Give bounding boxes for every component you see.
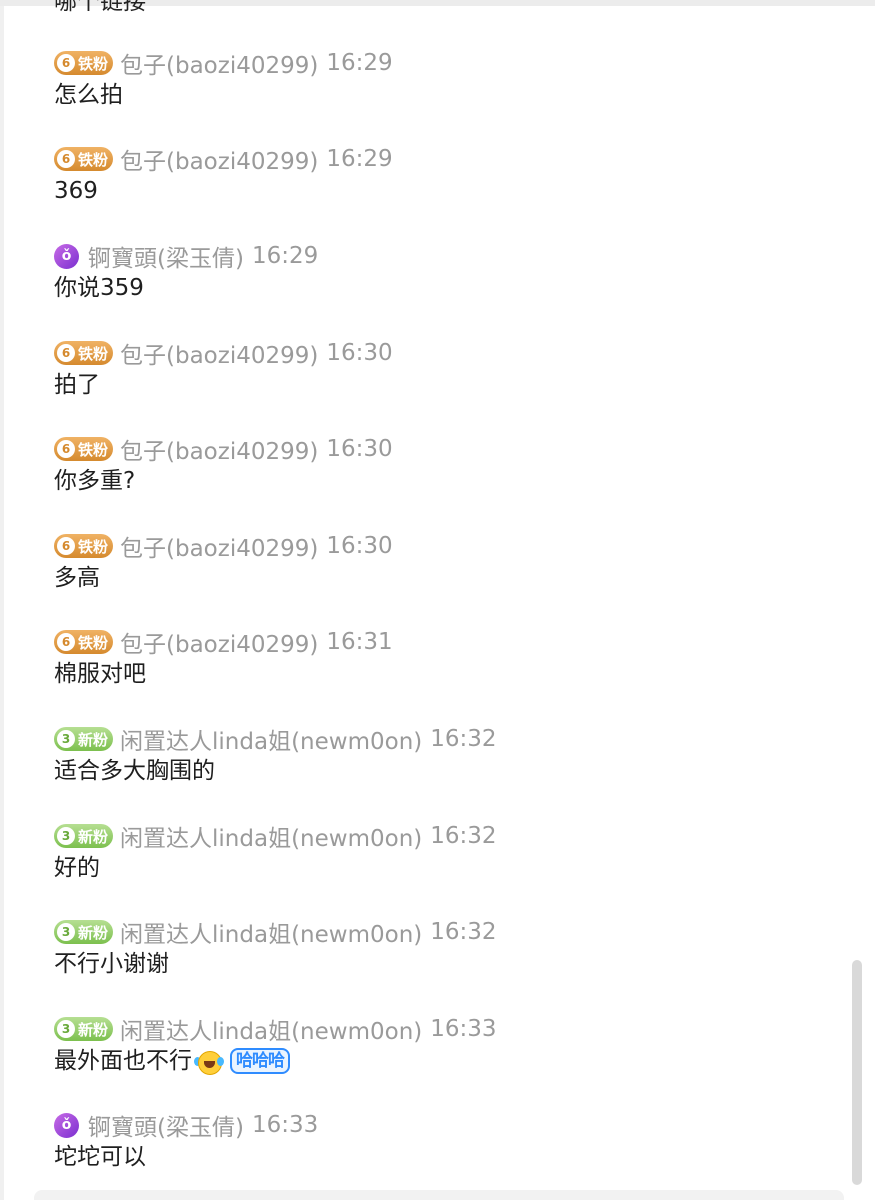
haha-sticker: 哈哈哈 bbox=[230, 1048, 290, 1074]
fan-label: 铁粉 bbox=[78, 537, 109, 556]
partial-message-text: 哪个链接 bbox=[54, 0, 146, 15]
message-time: 16:30 bbox=[326, 436, 393, 462]
scrollbar-thumb[interactable] bbox=[852, 960, 862, 1185]
fan-label: 新粉 bbox=[78, 730, 109, 749]
message-time: 16:29 bbox=[326, 50, 393, 76]
fan-badge: 3 新粉 bbox=[54, 824, 114, 848]
message-text: 最外面也不行 bbox=[54, 1048, 192, 1074]
fan-label: 铁粉 bbox=[78, 440, 109, 459]
sender-name[interactable]: 包子(baozi40299) bbox=[120, 142, 318, 176]
message-time: 16:31 bbox=[326, 629, 393, 655]
fan-badge: 6 铁粉 bbox=[54, 51, 114, 75]
chat-message: ǒ 锕寶頭(梁玉倩) 16:29 你说359 bbox=[54, 241, 834, 305]
chat-message: 3 新粉 闲置达人linda姐(newm0on) 16:32 适合多大胸围的 bbox=[54, 724, 834, 788]
fan-level: 3 bbox=[57, 923, 75, 941]
message-time: 16:33 bbox=[251, 1112, 319, 1138]
sender-name[interactable]: 闲置达人linda姐(newm0on) bbox=[120, 915, 422, 949]
sender-name[interactable]: 包子(baozi40299) bbox=[120, 46, 318, 80]
chat-message: 3 新粉 闲置达人linda姐(newm0on) 16:32 好的 bbox=[54, 821, 834, 885]
message-text: 好的 bbox=[54, 855, 100, 881]
fan-label: 铁粉 bbox=[78, 633, 109, 652]
sender-name[interactable]: 包子(baozi40299) bbox=[120, 529, 318, 563]
message-text: 你多重? bbox=[54, 468, 136, 494]
sender-name[interactable]: 闲置达人linda姐(newm0on) bbox=[120, 1012, 422, 1046]
fan-level: 6 bbox=[57, 537, 75, 555]
sender-name[interactable]: 锕寶頭(梁玉倩) bbox=[88, 239, 244, 273]
fan-level: 6 bbox=[57, 150, 75, 168]
fan-badge: 3 新粉 bbox=[54, 727, 114, 751]
fan-label: 铁粉 bbox=[78, 54, 109, 73]
fan-level: 3 bbox=[57, 730, 75, 748]
message-text: 不行小谢谢 bbox=[54, 951, 169, 977]
fan-badge: 3 新粉 bbox=[54, 1017, 114, 1041]
fan-level: 3 bbox=[57, 827, 75, 845]
sender-name[interactable]: 锕寶頭(梁玉倩) bbox=[88, 1108, 244, 1142]
chat-message: 3 新粉 闲置达人linda姐(newm0on) 16:33 最外面也不行 哈哈哈 bbox=[54, 1014, 834, 1078]
message-text: 拍了 bbox=[54, 372, 100, 398]
chat-message: 6 铁粉 包子(baozi40299) 16:30 你多重? bbox=[54, 434, 834, 498]
fan-badge: 6 铁粉 bbox=[54, 630, 114, 654]
chat-message: ǒ 锕寶頭(梁玉倩) 16:33 坨坨可以 bbox=[54, 1110, 834, 1174]
chat-message: 6 铁粉 包子(baozi40299) 16:29 369 bbox=[54, 144, 834, 208]
chat-message: 6 铁粉 包子(baozi40299) 16:30 多高 bbox=[54, 531, 834, 595]
sender-name[interactable]: 闲置达人linda姐(newm0on) bbox=[120, 722, 422, 756]
fan-badge: 6 铁粉 bbox=[54, 437, 114, 461]
user-avatar-icon[interactable]: ǒ bbox=[54, 243, 79, 269]
fan-level: 3 bbox=[57, 1020, 75, 1038]
message-time: 16:32 bbox=[430, 919, 497, 945]
fan-level: 6 bbox=[57, 54, 75, 72]
fan-label: 铁粉 bbox=[78, 344, 109, 363]
message-text: 多高 bbox=[54, 565, 100, 591]
sender-name[interactable]: 闲置达人linda姐(newm0on) bbox=[120, 819, 422, 853]
user-avatar-icon[interactable]: ǒ bbox=[54, 1112, 79, 1138]
message-text: 棉服对吧 bbox=[54, 661, 146, 687]
fan-label: 新粉 bbox=[78, 923, 109, 942]
sender-name[interactable]: 包子(baozi40299) bbox=[120, 625, 318, 659]
message-time: 16:32 bbox=[430, 823, 497, 849]
fan-badge: 6 铁粉 bbox=[54, 341, 114, 365]
fan-badge: 3 新粉 bbox=[54, 920, 114, 944]
message-time: 16:33 bbox=[430, 1016, 497, 1042]
chat-message-list[interactable]: 哪个链接 6 铁粉 包子(baozi40299) 16:29 怎么拍 6 铁粉 包子… bbox=[0, 0, 848, 1200]
chat-message: 6 铁粉 包子(baozi40299) 16:31 棉服对吧 bbox=[54, 627, 834, 691]
sender-name[interactable]: 包子(baozi40299) bbox=[120, 432, 318, 466]
message-text: 369 bbox=[54, 178, 98, 204]
chat-message: 6 铁粉 包子(baozi40299) 16:30 拍了 bbox=[54, 338, 834, 402]
fan-label: 铁粉 bbox=[78, 150, 109, 169]
fan-badge: 6 铁粉 bbox=[54, 147, 114, 171]
fan-level: 6 bbox=[57, 440, 75, 458]
laughing-tears-emoji-icon bbox=[194, 1049, 224, 1075]
fan-label: 新粉 bbox=[78, 827, 109, 846]
chat-message: 3 新粉 闲置达人linda姐(newm0on) 16:32 不行小谢谢 bbox=[54, 917, 834, 981]
message-time: 16:29 bbox=[251, 243, 319, 269]
message-text: 适合多大胸围的 bbox=[54, 758, 215, 784]
fan-level: 6 bbox=[57, 344, 75, 362]
fan-level: 6 bbox=[57, 633, 75, 651]
fan-badge: 6 铁粉 bbox=[54, 534, 114, 558]
chat-message: 6 铁粉 包子(baozi40299) 16:29 怎么拍 bbox=[54, 48, 834, 112]
input-area-edge bbox=[34, 1190, 844, 1200]
message-text: 你说359 bbox=[54, 275, 144, 301]
message-time: 16:30 bbox=[326, 340, 393, 366]
message-text: 怎么拍 bbox=[54, 82, 123, 108]
fan-label: 新粉 bbox=[78, 1020, 109, 1039]
message-text: 坨坨可以 bbox=[54, 1144, 146, 1170]
message-time: 16:29 bbox=[326, 146, 393, 172]
message-time: 16:30 bbox=[326, 533, 393, 559]
message-text-row: 最外面也不行 哈哈哈 bbox=[54, 1044, 834, 1078]
sender-name[interactable]: 包子(baozi40299) bbox=[120, 336, 318, 370]
message-time: 16:32 bbox=[430, 726, 497, 752]
